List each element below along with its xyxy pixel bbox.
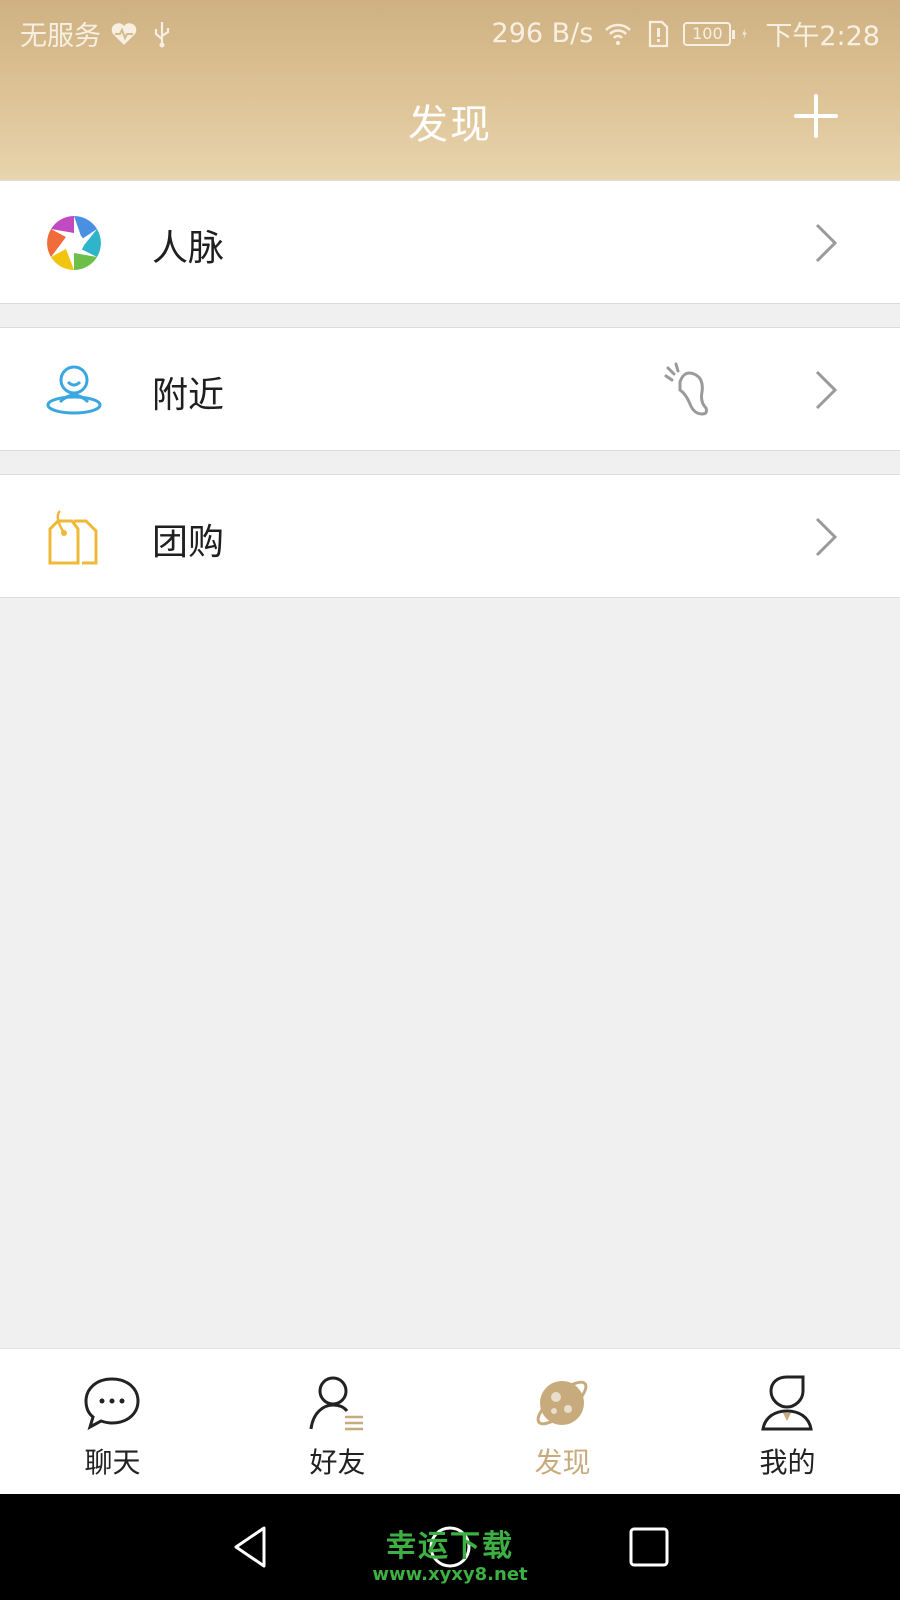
tab-chat[interactable]: 聊天 <box>0 1349 225 1495</box>
status-left: 无服务 <box>20 14 177 53</box>
nearby-label: 附近 <box>152 375 225 416</box>
tab-discover-label: 发现 <box>534 1446 591 1479</box>
watermark-text: 幸运下载 <box>386 1529 514 1564</box>
carrier-text: 无服务 <box>20 21 101 52</box>
chat-bubble-icon <box>84 1377 140 1431</box>
chevron-right-icon <box>815 370 838 410</box>
tab-chat-label: 聊天 <box>84 1446 141 1479</box>
heart-rate-icon <box>111 22 137 45</box>
plus-icon[interactable] <box>790 90 842 142</box>
footprint-icon[interactable] <box>660 362 716 418</box>
contacts-icon <box>309 1376 363 1431</box>
tab-me-label: 我的 <box>759 1446 816 1479</box>
location-person-icon <box>46 365 102 415</box>
bottom-tab-bar: 聊天 好友 发现 我的 <box>0 1348 900 1494</box>
sim-alert-icon <box>649 20 669 47</box>
contacts-label: 人脉 <box>152 228 225 269</box>
group-buy-label: 团购 <box>152 522 225 563</box>
battery-indicator: 100 <box>683 21 736 46</box>
watermark: 幸运下载 www.xyxy8.net <box>360 1530 540 1586</box>
app-header: 无服务 296 B/s 100 下午2:28 发现 <box>0 0 900 180</box>
title-bar: 发现 <box>0 64 900 180</box>
price-tag-icon <box>48 510 98 565</box>
tab-friends-label: 好友 <box>309 1446 366 1479</box>
wifi-icon <box>605 23 632 45</box>
network-speed: 296 B/s <box>491 18 594 49</box>
list-item-nearby[interactable]: 附近 <box>0 327 900 451</box>
tab-friends[interactable]: 好友 <box>225 1349 450 1495</box>
usb-icon <box>154 21 170 47</box>
status-right: 296 B/s 100 下午2:28 <box>492 14 880 53</box>
chevron-right-icon <box>815 517 838 557</box>
recent-apps-icon[interactable] <box>624 1522 674 1572</box>
page-title: 发现 <box>408 102 492 148</box>
tab-me[interactable]: 我的 <box>675 1349 900 1495</box>
tab-discover[interactable]: 发现 <box>450 1349 675 1495</box>
status-bar: 无服务 296 B/s 100 下午2:28 <box>0 0 900 64</box>
profile-icon <box>761 1375 813 1431</box>
aperture-icon <box>47 216 101 270</box>
list-item-contacts[interactable]: 人脉 <box>0 180 900 304</box>
watermark-url: www.xyxy8.net <box>372 1564 528 1585</box>
planet-icon <box>536 1380 588 1426</box>
list-item-group-buy[interactable]: 团购 <box>0 474 900 598</box>
clock-time: 下午2:28 <box>765 21 880 52</box>
charging-icon <box>742 27 747 40</box>
chevron-right-icon <box>815 223 838 263</box>
back-icon[interactable] <box>226 1522 276 1572</box>
